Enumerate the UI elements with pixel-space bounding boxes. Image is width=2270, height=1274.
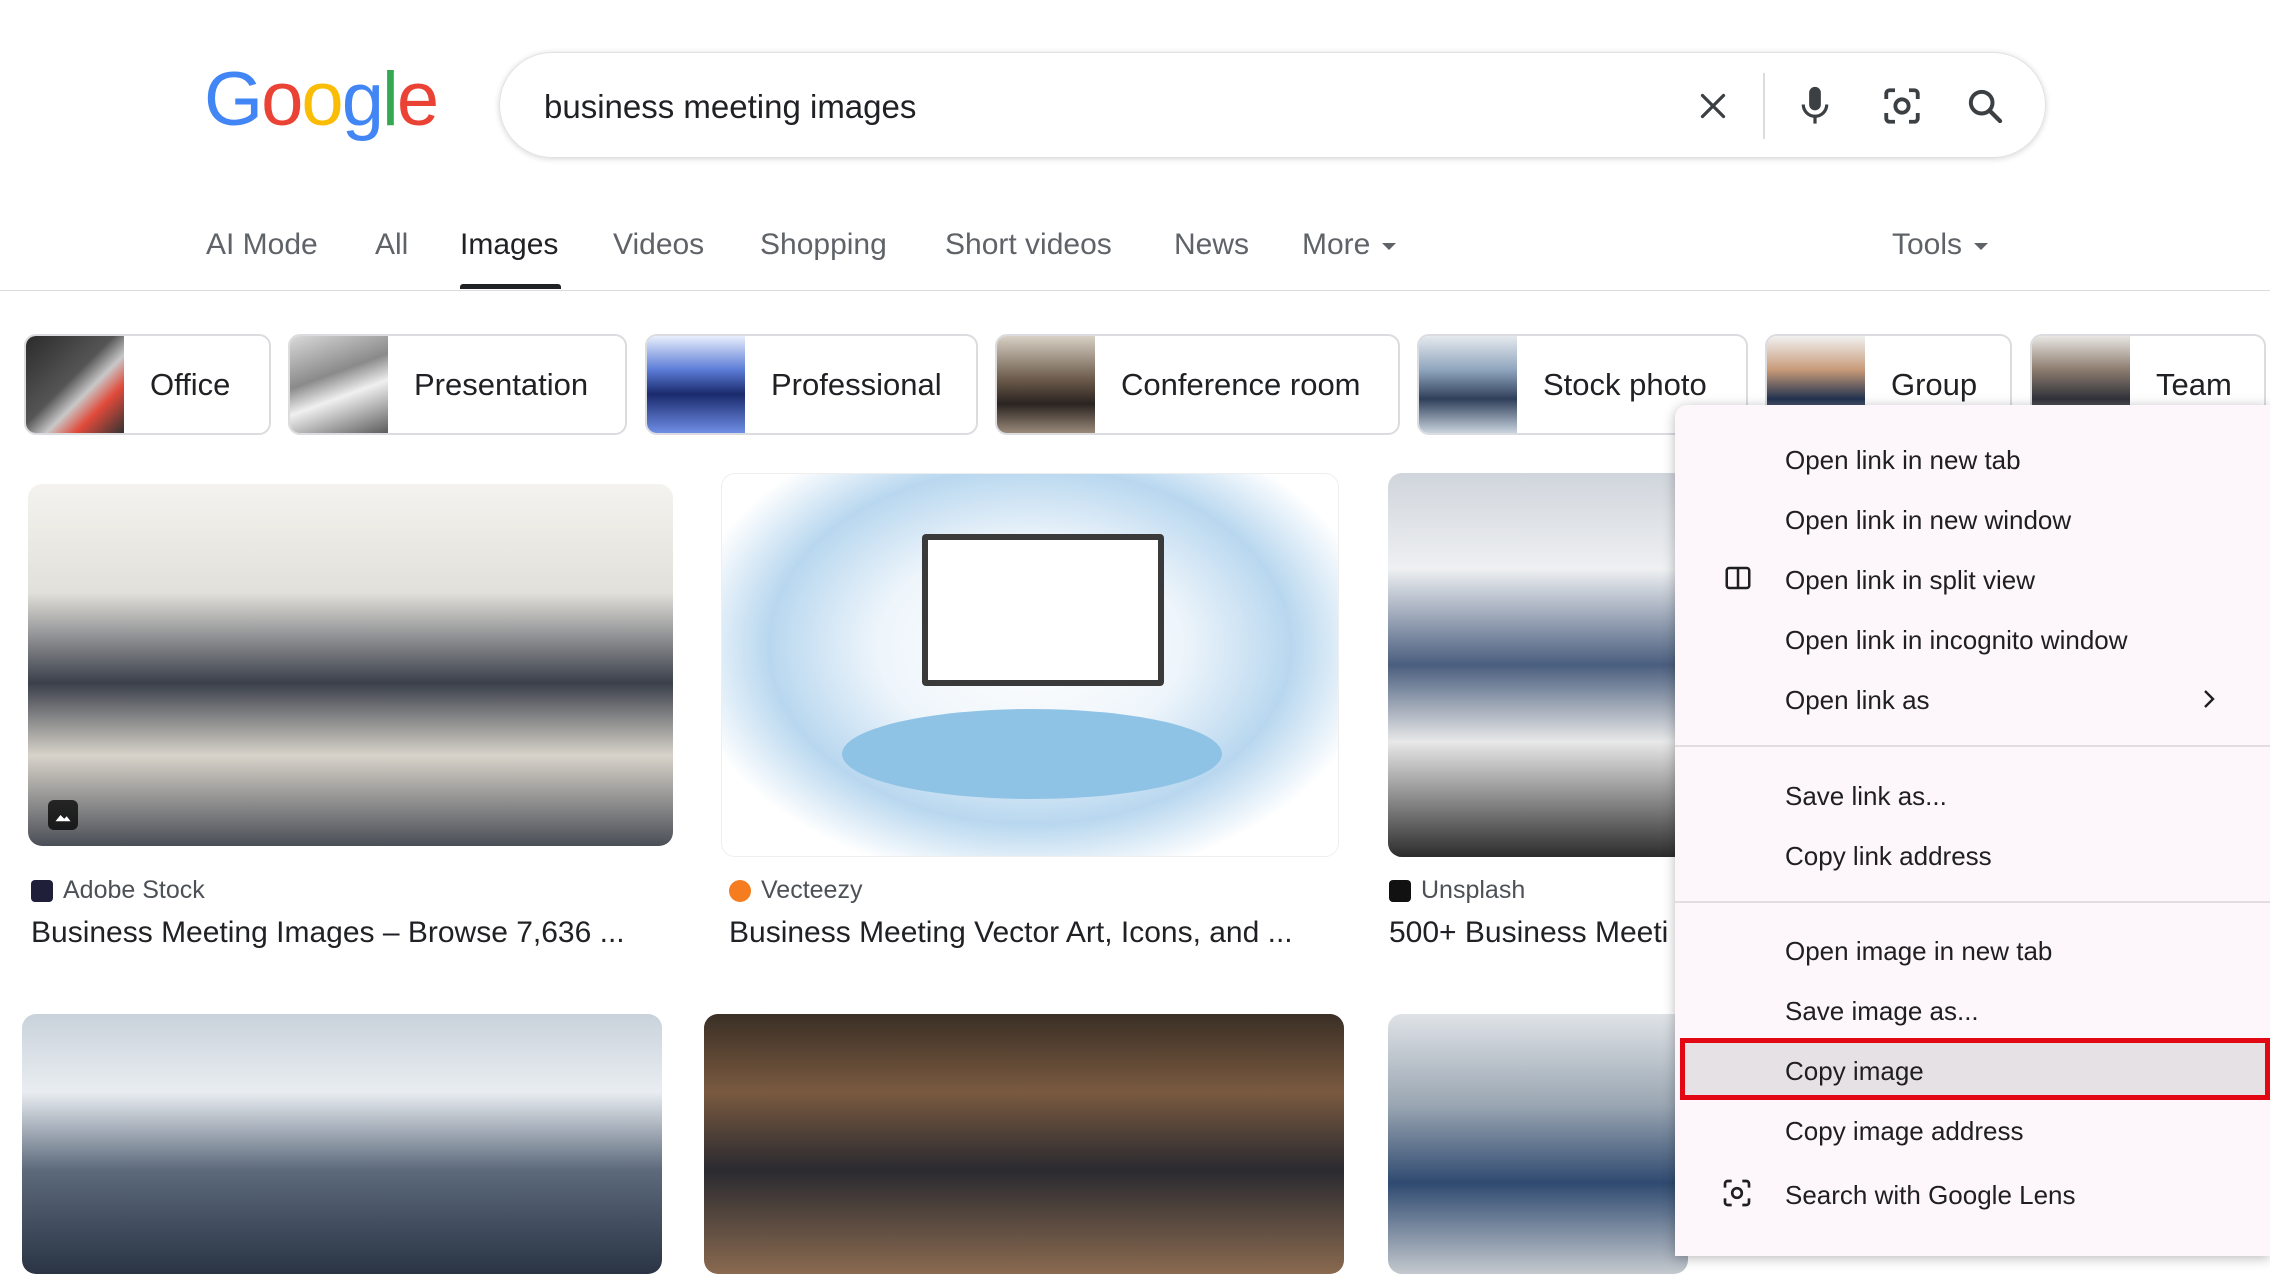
chip-label: Team bbox=[2156, 366, 2232, 402]
tab-more[interactable]: More bbox=[1302, 228, 1397, 262]
chip-thumbnail bbox=[26, 336, 124, 433]
tools-label: Tools bbox=[1892, 228, 1963, 261]
menu-separator bbox=[1675, 745, 2270, 747]
tab-news[interactable]: News bbox=[1174, 228, 1249, 262]
result-image[interactable] bbox=[1388, 473, 1688, 857]
chip-thumbnail bbox=[290, 336, 388, 433]
chip-thumbnail bbox=[997, 336, 1095, 433]
chevron-down-icon bbox=[1382, 242, 1397, 250]
adobe-stock-icon bbox=[31, 879, 53, 902]
menu-open-link-new-window[interactable]: Open link in new window bbox=[1785, 505, 2071, 536]
result-source[interactable]: Adobe Stock bbox=[31, 876, 205, 905]
tab-shopping[interactable]: Shopping bbox=[760, 228, 887, 262]
chip-label: Group bbox=[1891, 366, 1978, 402]
result-image[interactable] bbox=[28, 484, 673, 846]
menu-separator bbox=[1675, 901, 2270, 903]
search-icon[interactable] bbox=[1960, 81, 2010, 131]
logo-letter: o bbox=[261, 57, 303, 142]
unsplash-icon bbox=[1389, 879, 1411, 902]
chip-thumbnail bbox=[1419, 336, 1517, 433]
microphone-icon[interactable] bbox=[1790, 81, 1840, 131]
result-image[interactable] bbox=[704, 1014, 1344, 1274]
image-badge-icon bbox=[48, 800, 78, 830]
menu-open-link-new-tab[interactable]: Open link in new tab bbox=[1785, 445, 2021, 476]
tab-ai-mode[interactable]: AI Mode bbox=[206, 228, 318, 262]
menu-save-image-as[interactable]: Save image as... bbox=[1785, 996, 1979, 1027]
result-source[interactable]: Unsplash bbox=[1389, 876, 1525, 905]
result-title[interactable]: Business Meeting Images – Browse 7,636 .… bbox=[31, 916, 625, 950]
chip-conference-room[interactable]: Conference room bbox=[995, 334, 1400, 435]
result-image[interactable] bbox=[22, 1014, 662, 1274]
chip-label: Office bbox=[150, 366, 231, 402]
result-image[interactable] bbox=[721, 473, 1339, 857]
menu-highlight bbox=[1680, 1038, 2270, 1100]
split-view-icon bbox=[1723, 563, 1753, 598]
chip-office[interactable]: Office bbox=[24, 334, 271, 435]
close-icon[interactable] bbox=[1688, 81, 1738, 131]
chip-label: Conference room bbox=[1121, 366, 1361, 402]
menu-open-image-new-tab[interactable]: Open image in new tab bbox=[1785, 936, 2052, 967]
menu-search-google-lens[interactable]: Search with Google Lens bbox=[1785, 1180, 2076, 1211]
menu-copy-link-address[interactable]: Copy link address bbox=[1785, 841, 1992, 872]
google-logo[interactable]: Google bbox=[204, 57, 439, 142]
tab-short-videos[interactable]: Short videos bbox=[945, 228, 1112, 262]
context-menu: Open link in new tab Open link in new wi… bbox=[1675, 405, 2270, 1256]
table-shape bbox=[842, 709, 1222, 799]
tab-videos[interactable]: Videos bbox=[613, 228, 704, 262]
vecteezy-icon bbox=[729, 879, 751, 902]
tabs-divider bbox=[0, 290, 2270, 291]
menu-copy-image-address[interactable]: Copy image address bbox=[1785, 1116, 2023, 1147]
result-source[interactable]: Vecteezy bbox=[729, 876, 862, 905]
source-label: Vecteezy bbox=[761, 876, 863, 904]
menu-open-link-incognito[interactable]: Open link in incognito window bbox=[1785, 625, 2128, 656]
menu-copy-image[interactable]: Copy image bbox=[1785, 1056, 1924, 1087]
menu-open-link-split-view[interactable]: Open link in split view bbox=[1785, 565, 2035, 596]
chip-label: Presentation bbox=[414, 366, 589, 402]
tools-button[interactable]: Tools bbox=[1892, 228, 1989, 262]
chip-professional[interactable]: Professional bbox=[645, 334, 978, 435]
search-box bbox=[499, 52, 2046, 158]
chip-label: Professional bbox=[771, 366, 942, 402]
logo-letter: l bbox=[381, 57, 399, 142]
google-lens-icon bbox=[1721, 1177, 1753, 1214]
menu-save-link-as[interactable]: Save link as... bbox=[1785, 781, 1947, 812]
tab-more-label: More bbox=[1302, 228, 1371, 261]
chip-thumbnail bbox=[647, 336, 745, 433]
tab-all[interactable]: All bbox=[375, 228, 408, 262]
logo-letter: G bbox=[204, 57, 263, 142]
result-image[interactable] bbox=[1388, 1014, 1688, 1274]
result-title[interactable]: Business Meeting Vector Art, Icons, and … bbox=[729, 916, 1293, 950]
chip-label: Stock photo bbox=[1543, 366, 1707, 402]
tab-images[interactable]: Images bbox=[460, 228, 558, 262]
chevron-right-icon bbox=[2197, 684, 2221, 719]
source-label: Unsplash bbox=[1421, 876, 1526, 904]
search-input[interactable] bbox=[542, 77, 1646, 137]
logo-letter: g bbox=[341, 57, 384, 142]
chip-presentation[interactable]: Presentation bbox=[288, 334, 627, 435]
chevron-down-icon bbox=[1974, 242, 1989, 250]
camera-lens-icon[interactable] bbox=[1877, 81, 1927, 131]
source-label: Adobe Stock bbox=[63, 876, 205, 904]
active-tab-indicator bbox=[460, 284, 561, 289]
whiteboard bbox=[922, 534, 1164, 686]
result-title[interactable]: 500+ Business Meeti bbox=[1389, 916, 1668, 950]
search-divider bbox=[1763, 73, 1765, 139]
logo-letter: e bbox=[396, 57, 439, 142]
menu-open-link-as[interactable]: Open link as bbox=[1785, 685, 1930, 716]
logo-letter: o bbox=[301, 57, 343, 142]
